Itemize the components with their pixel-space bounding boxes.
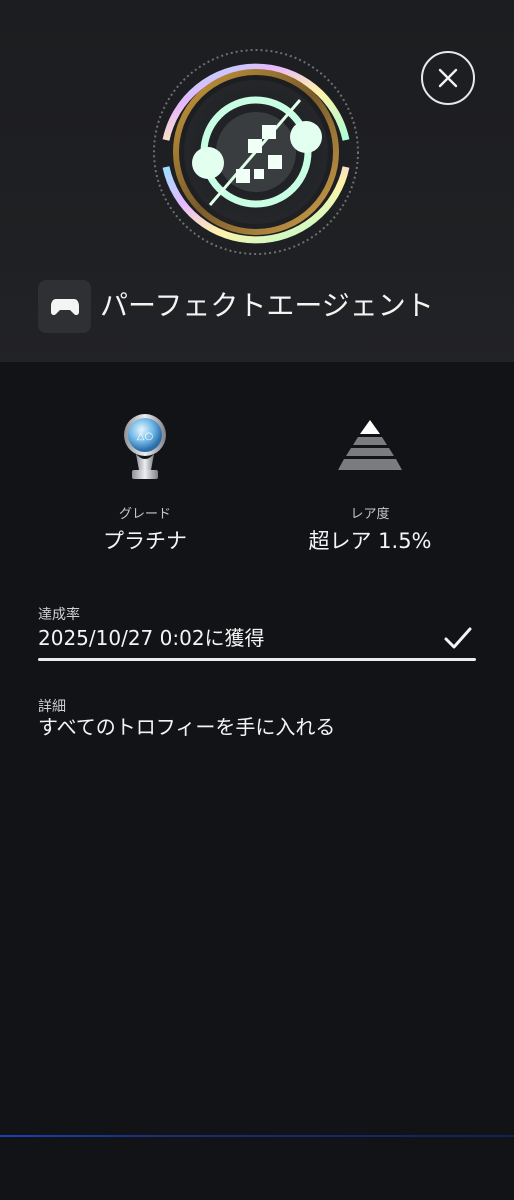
svg-text:△○: △○ (137, 431, 153, 442)
trophy-title: パーフェクトエージェント (100, 289, 434, 322)
rarity-label: レア度 (350, 507, 390, 522)
game-icon-tile (38, 280, 91, 333)
grade-label: グレード (118, 507, 171, 522)
progress-bar (38, 658, 476, 661)
rarity-pyramid-icon (338, 419, 402, 470)
checkmark-icon (444, 627, 472, 649)
achievement-label: 達成率 (38, 607, 80, 623)
rarity-value: 超レア 1.5% (308, 529, 432, 553)
earned-date: 2025/10/27 0:02に獲得 (38, 626, 265, 650)
grade-stat: △○ グレード プラチナ (60, 400, 230, 555)
trophy-detail-screen: パーフェクトエージェント △○ グレード プラチナ レア度 超レア 1.5% 達… (0, 0, 514, 1200)
trophy-header: パーフェクトエージェント (0, 0, 514, 362)
close-icon (438, 68, 458, 88)
trophy-artwork (153, 49, 359, 255)
rarity-stat: レア度 超レア 1.5% (285, 400, 455, 555)
grade-value: プラチナ (103, 529, 187, 553)
platinum-trophy-icon: △○ (124, 413, 166, 479)
gamepad-icon (50, 298, 79, 315)
close-button[interactable] (421, 51, 475, 105)
bottom-divider (0, 1135, 514, 1137)
detail-description: すべてのトロフィーを手に入れる (38, 715, 336, 739)
